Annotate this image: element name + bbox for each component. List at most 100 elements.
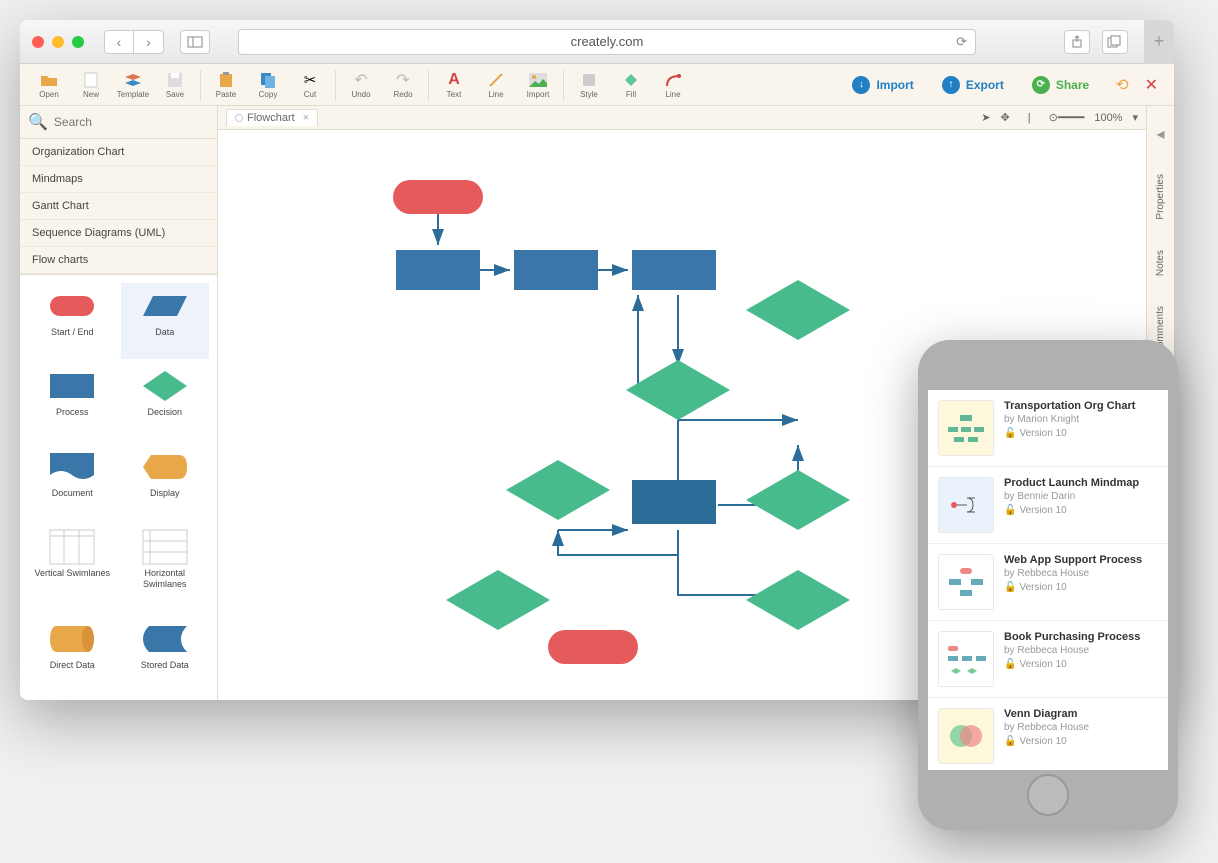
card-thumbnail <box>938 631 994 687</box>
tool-fill[interactable]: Fill <box>610 65 652 105</box>
refresh-icon[interactable]: ⟳ <box>956 34 967 50</box>
card-title: Transportation Org Chart <box>1004 400 1158 412</box>
app-toolbar: Open New Template Save Paste Copy ✂Cut ↶… <box>20 64 1174 106</box>
tool-line2[interactable]: Line <box>652 65 694 105</box>
tabs-button[interactable] <box>1102 30 1128 54</box>
lock-icon: 🔓 <box>1004 582 1016 593</box>
shape-document[interactable]: Document <box>28 444 117 520</box>
lock-icon: 🔓 <box>1004 428 1016 439</box>
card-version: 🔓Version 10 <box>1004 659 1158 670</box>
search-input[interactable] <box>54 115 209 129</box>
card-thumbnail <box>938 477 994 533</box>
tool-copy[interactable]: Copy <box>247 65 289 105</box>
move-icon[interactable]: ✥ <box>1001 111 1010 124</box>
category-item[interactable]: Flow charts <box>20 247 217 274</box>
card-title: Product Launch Mindmap <box>1004 477 1158 489</box>
card-thumbnail <box>938 708 994 764</box>
diagram-card[interactable]: Web App Support Processby Rebbeca House🔓… <box>928 544 1168 621</box>
export-button[interactable]: ↑Export <box>932 72 1014 98</box>
pointer-icon[interactable]: ➤ <box>981 111 990 124</box>
zoom-dropdown-icon[interactable]: ▾ <box>1132 111 1138 124</box>
shape-vswim[interactable]: Vertical Swimlanes <box>28 524 117 611</box>
download-icon: ↓ <box>852 76 870 94</box>
search-icon: 🔍 <box>28 112 48 132</box>
shape-hswim[interactable]: Horizontal Swimlanes <box>121 524 210 611</box>
phone-screen: Transportation Org Chart by Marion Knight… <box>928 390 1168 770</box>
card-version: 🔓Version 10 <box>1004 736 1158 747</box>
tool-new[interactable]: New <box>70 65 112 105</box>
card-title: Web App Support Process <box>1004 554 1158 566</box>
share-icon <box>1071 36 1083 48</box>
tool-import[interactable]: Import <box>517 65 559 105</box>
card-author: by Rebbeca House <box>1004 722 1158 733</box>
tool-undo[interactable]: ↶Undo <box>340 65 382 105</box>
tool-open[interactable]: Open <box>28 65 70 105</box>
tool-save[interactable]: Save <box>154 65 196 105</box>
tool-line[interactable]: Line <box>475 65 517 105</box>
tool-cut[interactable]: ✂Cut <box>289 65 331 105</box>
close-icon[interactable] <box>32 36 44 48</box>
card-author: by Marion Knight <box>1004 414 1158 425</box>
lock-icon: 🔓 <box>1004 736 1016 747</box>
back-button[interactable]: ‹ <box>104 30 134 54</box>
lock-icon: 🔓 <box>1004 659 1016 670</box>
share-button[interactable] <box>1064 30 1090 54</box>
tool-text[interactable]: AText <box>433 65 475 105</box>
shapes-palette: Start / End Data Process Decision Docume… <box>20 275 217 700</box>
category-list: Organization Chart Mindmaps Gantt Chart … <box>20 139 217 275</box>
tool-template[interactable]: Template <box>112 65 154 105</box>
panel-notes[interactable]: Notes <box>1155 250 1166 276</box>
category-item[interactable]: Sequence Diagrams (UML) <box>20 220 217 247</box>
card-version: 🔓Version 10 <box>1004 582 1158 593</box>
diagram-card[interactable]: Product Launch Mindmapby Bennie Darin🔓Ve… <box>928 467 1168 544</box>
shape-start-end[interactable]: Start / End <box>28 283 117 359</box>
sidebar-toggle-button[interactable] <box>180 30 210 54</box>
panel-properties[interactable]: Properties <box>1155 174 1166 220</box>
card-author: by Rebbeca House <box>1004 645 1158 656</box>
shape-data[interactable]: Data <box>121 283 210 359</box>
forward-button[interactable]: › <box>134 30 164 54</box>
refresh-icon: ⟳ <box>1032 76 1050 94</box>
sync-icon[interactable]: ⟲ <box>1115 75 1128 95</box>
tabs-icon <box>1108 36 1122 48</box>
diagram-card[interactable]: Transportation Org Chart by Marion Knight… <box>928 390 1168 467</box>
maximize-icon[interactable] <box>72 36 84 48</box>
diagram-card[interactable]: Book Purchasing Process by Rebbeca House 🔓… <box>928 621 1168 698</box>
card-thumbnail <box>938 400 994 456</box>
shape-direct-data[interactable]: Direct Data <box>28 616 117 692</box>
card-version: 🔓Version 10 <box>1004 505 1158 516</box>
card-version: 🔓Version 10 <box>1004 428 1158 439</box>
minimize-icon[interactable] <box>52 36 64 48</box>
lock-icon: 🔓 <box>1004 505 1016 516</box>
shape-display[interactable]: Display <box>121 444 210 520</box>
search-bar: 🔍 <box>20 106 217 139</box>
category-item[interactable]: Organization Chart <box>20 139 217 166</box>
tool-style[interactable]: Style <box>568 65 610 105</box>
category-item[interactable]: Mindmaps <box>20 166 217 193</box>
zoom-slider[interactable]: ⊙━━━━ <box>1049 111 1085 124</box>
tab-close-icon[interactable]: × <box>303 112 309 124</box>
diagram-card[interactable]: Venn Diagram by Rebbeca House 🔓Version 10 <box>928 698 1168 770</box>
shape-stored-data[interactable]: Stored Data <box>121 616 210 692</box>
phone-mockup: Transportation Org Chart by Marion Knight… <box>918 340 1178 830</box>
tool-paste[interactable]: Paste <box>205 65 247 105</box>
card-thumbnail <box>938 554 994 610</box>
url-text: creately.com <box>571 34 644 49</box>
tool-redo[interactable]: ↷Redo <box>382 65 424 105</box>
shape-process[interactable]: Process <box>28 363 117 439</box>
zoom-level: 100% <box>1094 112 1122 124</box>
url-bar[interactable]: creately.com ⟳ <box>238 29 976 55</box>
new-tab-button[interactable]: + <box>1144 20 1174 64</box>
card-title: Book Purchasing Process <box>1004 631 1158 643</box>
collapse-icon[interactable]: ◂ <box>1156 124 1164 144</box>
sidebar-icon <box>188 37 202 47</box>
document-tabs: Flowchart× ➤ ✥ | ⊙━━━━ 100% ▾ <box>218 106 1146 130</box>
category-item[interactable]: Gantt Chart <box>20 193 217 220</box>
titlebar: ‹ › creately.com ⟳ + <box>20 20 1174 64</box>
tab-flowchart[interactable]: Flowchart× <box>226 109 318 126</box>
card-title: Venn Diagram <box>1004 708 1158 720</box>
import-button[interactable]: ↓Import <box>842 72 923 98</box>
shape-decision[interactable]: Decision <box>121 363 210 439</box>
close-icon[interactable]: ✕ <box>1145 75 1158 95</box>
share-button[interactable]: ⟳Share <box>1022 72 1099 98</box>
